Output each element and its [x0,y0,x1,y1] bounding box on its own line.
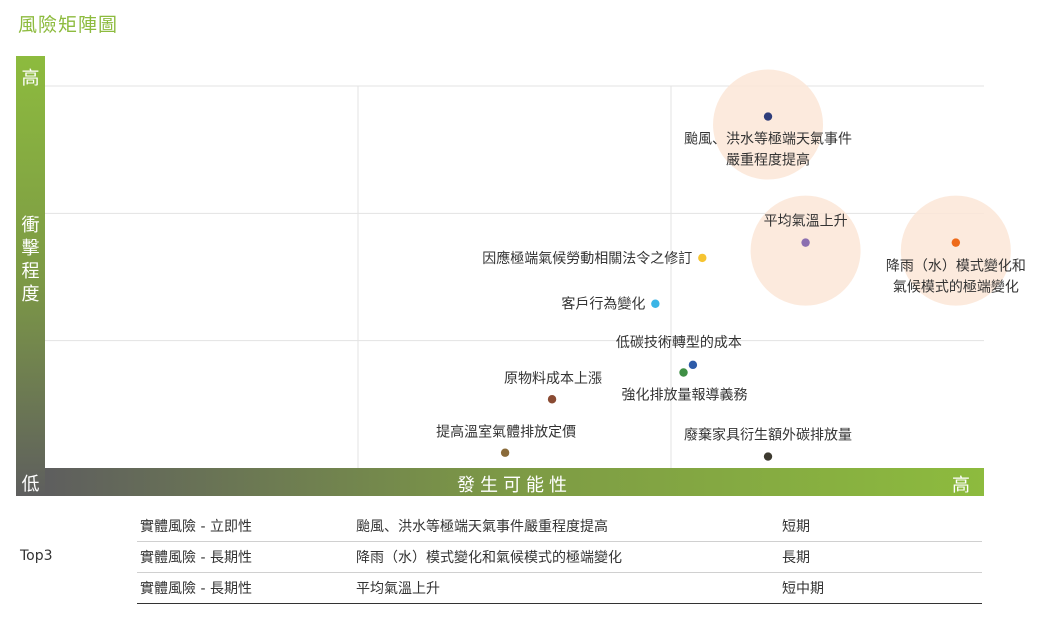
risk-term: 短中期 [782,581,824,597]
data-point [679,368,688,377]
risk-category: 實體風險 - 立即性 [140,519,252,535]
data-label: 提高溫室氣體排放定價 [436,424,576,441]
data-point [547,395,557,404]
data-labels: 颱風、洪水等極端天氣事件嚴重程度提高降雨（水）模式變化和氣候模式的極端變化平均氣… [436,131,1026,444]
risk-category: 實體風險 - 長期性 [140,581,252,597]
table-row: 實體風險 - 立即性 颱風、洪水等極端天氣事件嚴重程度提高 短期 [137,510,982,542]
data-point [651,299,660,308]
highlight-halo [750,195,861,306]
data-point [951,238,961,247]
table-row: 實體風險 - 長期性 降雨（水）模式變化和氣候模式的極端變化 長期 [137,541,982,573]
data-label: 因應極端氣候勞動相關法令之修訂 [482,250,692,267]
data-label: 客戶行為變化 [561,296,645,313]
table-row: 實體風險 - 長期性 平均氣溫上升 短中期 [137,572,982,604]
risk-name: 降雨（水）模式變化和氣候模式的極端變化 [356,550,622,566]
data-label: 低碳技術轉型的成本 [616,335,742,351]
risk-name: 颱風、洪水等極端天氣事件嚴重程度提高 [356,519,608,535]
data-point [763,452,773,461]
data-point [688,360,698,370]
risk-category: 實體風險 - 長期性 [140,550,252,566]
data-point [763,112,773,121]
data-point [801,238,810,247]
risk-term: 短期 [782,519,810,535]
risk-term: 長期 [782,550,810,566]
top3-label: Top3 [20,548,53,564]
data-point [500,448,510,457]
data-label: 平均氣溫上升 [764,214,848,230]
risk-name: 平均氣溫上升 [356,581,440,597]
data-label: 廢棄家具衍生額外碳排放量 [684,427,852,444]
data-point [698,253,707,263]
data-label: 強化排放量報導義務 [622,387,748,404]
data-label: 原物料成本上漲 [504,371,602,387]
